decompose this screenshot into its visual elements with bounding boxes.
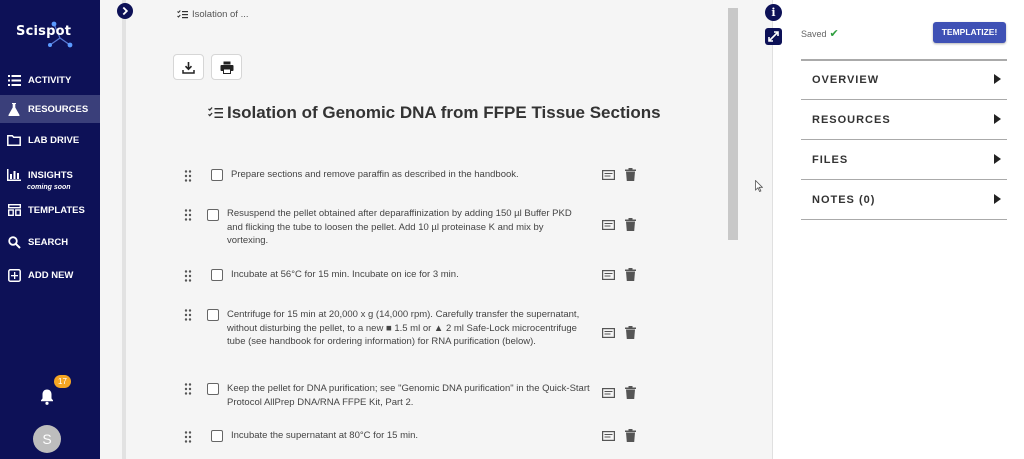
step-checkbox[interactable]: [207, 209, 219, 221]
protocol-step: Incubate at 56°C for 15 min. Incubate on…: [180, 268, 650, 288]
accordion-resources[interactable]: RESOURCES: [801, 100, 1007, 140]
step-text: Prepare sections and remove paraffin as …: [231, 169, 519, 180]
sidebar-item-templates[interactable]: TEMPLATES: [0, 196, 100, 224]
sidebar: Scispot ACTIVITY RESOURCES LAB DRIVE INS: [0, 0, 100, 459]
checklist-icon: [208, 107, 223, 118]
logo-text: Scispot: [16, 24, 72, 39]
caret-right-icon: [994, 154, 1001, 164]
scrollbar-thumb[interactable]: [728, 8, 738, 240]
breadcrumb-label: Isolation of ...: [192, 9, 249, 20]
note-icon[interactable]: [602, 270, 615, 280]
accordion-files[interactable]: FILES: [801, 140, 1007, 180]
protocol-step: Prepare sections and remove paraffin as …: [180, 168, 650, 188]
download-button[interactable]: [173, 54, 204, 80]
sidebar-item-label: ADD NEW: [28, 269, 74, 281]
sidebar-item-search[interactable]: SEARCH: [0, 228, 100, 256]
print-button[interactable]: [211, 54, 242, 80]
step-text: Centrifuge for 15 min at 20,000 x g (14,…: [227, 309, 580, 348]
sidebar-item-label: RESOURCES: [28, 103, 89, 115]
mouse-cursor-icon: [755, 180, 763, 192]
trash-icon[interactable]: [625, 168, 636, 181]
trash-icon[interactable]: [625, 218, 636, 231]
page-title: Isolation of Genomic DNA from FFPE Tissu…: [208, 103, 661, 123]
protocol-step: Resuspend the pellet obtained after depa…: [180, 207, 650, 251]
step-checkbox[interactable]: [211, 269, 223, 281]
search-icon: [7, 235, 21, 249]
trash-icon[interactable]: [625, 268, 636, 281]
sidebar-item-label: SEARCH: [28, 236, 69, 248]
sidebar-item-label: INSIGHTS: [28, 169, 73, 181]
templates-icon: [7, 203, 21, 217]
flask-icon: [7, 102, 21, 116]
trash-icon[interactable]: [625, 429, 636, 442]
breadcrumb[interactable]: Isolation of ...: [177, 9, 249, 20]
drag-handle-icon[interactable]: [184, 209, 192, 221]
sidebar-item-activity[interactable]: ACTIVITY: [0, 66, 100, 94]
activity-icon: [7, 73, 21, 87]
info-icon[interactable]: i: [765, 4, 782, 21]
bell-icon[interactable]: [38, 388, 56, 406]
title-text: Isolation of Genomic DNA from FFPE Tissu…: [227, 103, 661, 122]
expand-button[interactable]: [765, 28, 782, 45]
step-text: Incubate the supernatant at 80°C for 15 …: [231, 430, 419, 441]
protocol-step: Centrifuge for 15 min at 20,000 x g (14,…: [180, 308, 650, 366]
drag-handle-icon[interactable]: [184, 383, 192, 395]
download-icon: [182, 61, 195, 74]
note-icon[interactable]: [602, 170, 615, 180]
step-checkbox[interactable]: [207, 309, 219, 321]
templatize-button[interactable]: TEMPLATIZE!: [933, 22, 1006, 43]
expand-sidebar-button[interactable]: [117, 3, 133, 19]
accordion-label: OVERVIEW: [812, 74, 880, 86]
checklist-icon: [177, 10, 188, 19]
accordion-overview[interactable]: OVERVIEW: [801, 60, 1007, 100]
scispot-logo[interactable]: Scispot: [14, 18, 86, 48]
protocol-step: Incubate the supernatant at 80°C for 15 …: [180, 429, 650, 449]
step-text: Resuspend the pellet obtained after depa…: [227, 208, 572, 247]
expand-arrows-icon: [768, 31, 779, 42]
avatar[interactable]: S: [33, 425, 61, 453]
trash-icon[interactable]: [625, 386, 636, 399]
drag-handle-icon[interactable]: [184, 309, 192, 321]
step-checkbox[interactable]: [211, 169, 223, 181]
sidebar-item-label: LAB DRIVE: [28, 134, 80, 146]
accordion-notes[interactable]: NOTES (0): [801, 180, 1007, 220]
content-rule: [122, 0, 126, 459]
chevron-right-icon: [122, 6, 129, 16]
notification-badge: 17: [54, 375, 71, 388]
folder-icon: [7, 133, 21, 147]
app-window: Scispot ACTIVITY RESOURCES LAB DRIVE INS: [0, 0, 1024, 459]
saved-label: Saved: [801, 28, 827, 39]
sidebar-item-label: ACTIVITY: [28, 74, 72, 86]
sidebar-item-resources[interactable]: RESOURCES: [0, 95, 100, 123]
sidebar-item-lab-drive[interactable]: LAB DRIVE: [0, 126, 100, 154]
drag-handle-icon[interactable]: [184, 170, 192, 182]
bar-chart-icon: [7, 168, 21, 182]
drag-handle-icon[interactable]: [184, 431, 192, 443]
protocol-step: Keep the pellet for DNA purification; se…: [180, 382, 650, 412]
save-status: Saved ✔: [801, 27, 839, 40]
accordion-label: RESOURCES: [812, 114, 891, 126]
note-icon[interactable]: [602, 328, 615, 338]
print-icon: [220, 61, 233, 74]
note-icon[interactable]: [602, 220, 615, 230]
accordion-label: NOTES (0): [812, 194, 876, 206]
caret-right-icon: [994, 194, 1001, 204]
accordion-label: FILES: [812, 154, 849, 166]
insights-coming-soon-label: coming soon: [27, 184, 71, 191]
step-text: Incubate at 56°C for 15 min. Incubate on…: [231, 269, 459, 280]
step-checkbox[interactable]: [207, 383, 219, 395]
plus-box-icon: [7, 268, 21, 282]
check-icon: ✔: [829, 28, 839, 40]
note-icon[interactable]: [602, 431, 615, 441]
sidebar-item-label: TEMPLATES: [28, 204, 85, 216]
step-text: Keep the pellet for DNA purification; se…: [227, 383, 590, 408]
step-checkbox[interactable]: [211, 430, 223, 442]
note-icon[interactable]: [602, 388, 615, 398]
sidebar-item-add-new[interactable]: ADD NEW: [0, 261, 100, 289]
protocol-editor: Isolation of ... Isolation of Genomic DN…: [100, 0, 772, 459]
drag-handle-icon[interactable]: [184, 270, 192, 282]
caret-right-icon: [994, 114, 1001, 124]
caret-right-icon: [994, 74, 1001, 84]
trash-icon[interactable]: [625, 326, 636, 339]
